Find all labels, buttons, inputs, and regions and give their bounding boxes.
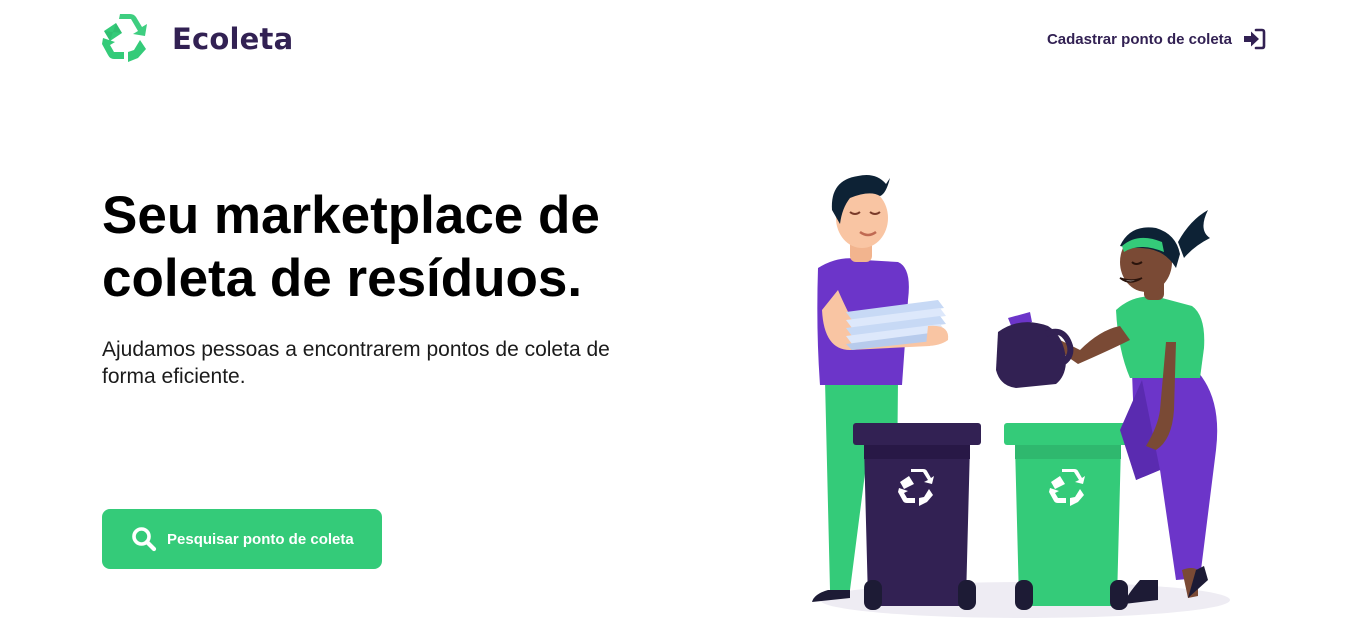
hero-description: Ajudamos pessoas a encontrarem pontos de… — [102, 338, 610, 388]
home-page: Ecoleta Cadastrar ponto de coleta Seu ma… — [0, 0, 1366, 643]
logo[interactable]: Ecoleta — [100, 14, 293, 64]
search-collection-point-button[interactable]: Pesquisar ponto de coleta — [102, 509, 382, 569]
sign-in-icon — [1244, 28, 1266, 50]
header: Ecoleta Cadastrar ponto de coleta — [0, 0, 1366, 80]
search-button-label: Pesquisar ponto de coleta — [167, 530, 354, 548]
logo-text: Ecoleta — [172, 22, 294, 56]
recycle-icon — [102, 14, 147, 62]
people-recycling-illustration — [812, 175, 1230, 618]
search-icon — [132, 527, 157, 552]
page-title: Seu marketplace de coleta de resíduos. — [102, 186, 600, 308]
register-link-label: Cadastrar ponto de coleta — [1046, 30, 1232, 48]
register-collection-point-link[interactable]: Cadastrar ponto de coleta — [1047, 28, 1266, 50]
